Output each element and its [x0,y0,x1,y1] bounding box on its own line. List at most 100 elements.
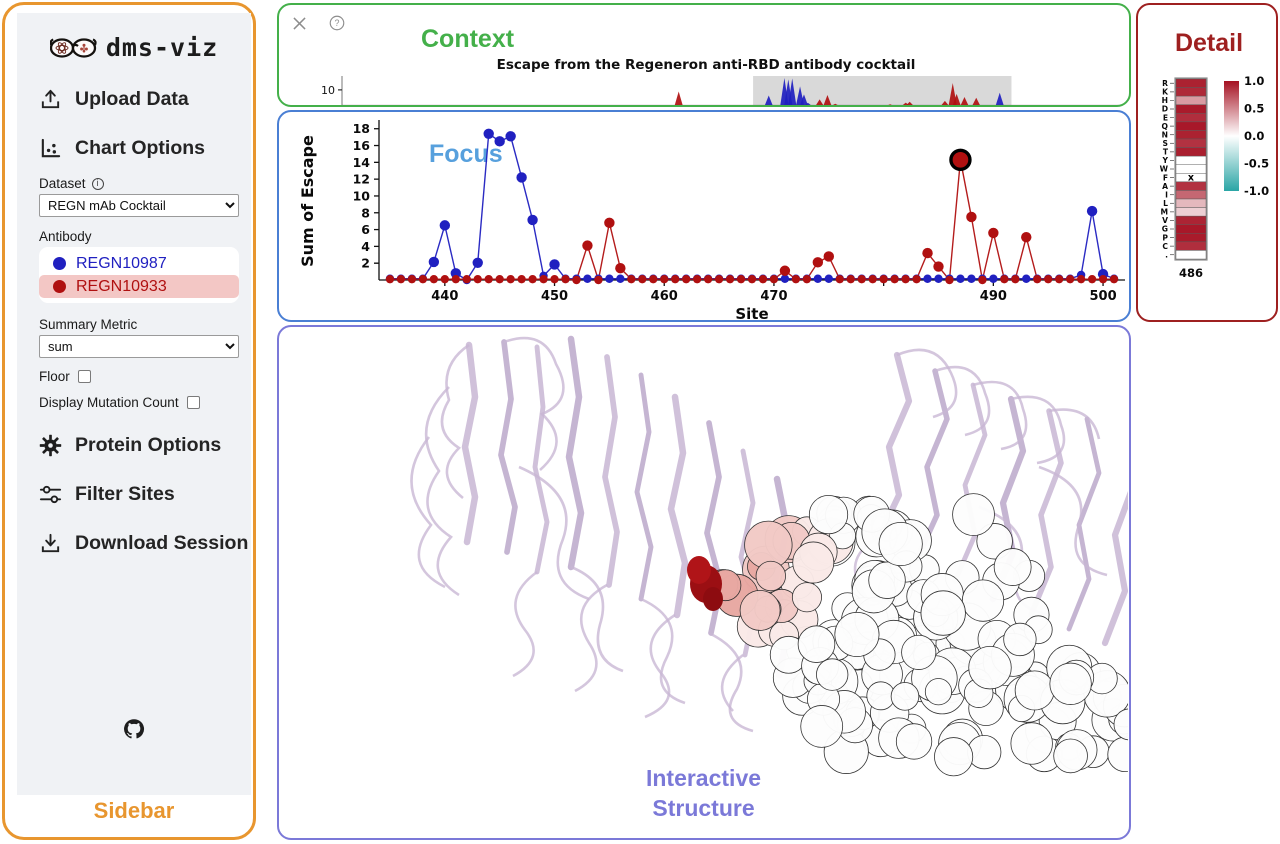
focus-data-point [901,274,910,284]
colorbar-tick: -0.5 [1244,157,1269,171]
ribbon-strand [498,339,518,555]
focus-data-point [747,274,757,284]
heatmap-cell [1175,207,1207,217]
focus-x-tick: 500 [1089,289,1116,304]
surface-blob [878,521,923,567]
antibody-item-regn10933[interactable]: REGN10933 [39,275,239,298]
glasses-icon [49,37,97,58]
heatmap-row-label: . [1165,250,1168,259]
sidebar-item-label: Upload Data [75,88,189,110]
focus-data-point [966,211,977,223]
sidebar-item-upload-data[interactable]: Upload Data [17,88,251,111]
upload-icon [41,89,60,109]
detail-heatmap[interactable]: RKHDEQNSTYWxFAILMVGPC.4861.00.50.0-0.5-1… [1138,65,1278,315]
focus-x-axis-label: Site [735,305,768,322]
focus-data-point [736,274,746,284]
focus-data-point [791,274,801,284]
antibody-name: REGN10933 [76,277,167,295]
heatmap-cell [1175,121,1207,131]
surface-blob [791,582,823,613]
protein-structure-viewer[interactable] [279,327,1128,787]
sidebar-item-filter-sites[interactable]: Filter Sites [17,483,251,506]
context-peak [674,105,682,106]
focus-data-point [604,217,615,229]
focus-data-point [517,274,526,284]
focus-y-tick: 4 [361,239,370,254]
floor-checkbox[interactable] [77,370,91,383]
focus-data-point [758,274,768,284]
chart-options-icon [41,138,61,158]
focus-data-point [857,274,866,284]
context-peak [545,105,553,106]
focus-data-point [989,274,998,283]
focus-data-point [1000,274,1009,284]
sliders-icon [39,485,62,504]
antibody-item-regn10987[interactable]: REGN10987 [39,252,239,275]
github-link[interactable] [17,718,251,740]
surface-blob [755,560,786,592]
focus-x-tick: 440 [431,289,458,304]
info-icon[interactable]: i [91,177,104,190]
dataset-select[interactable]: REGN mAb Cocktail [39,194,239,217]
focus-y-tick: 6 [361,222,370,237]
focus-panel: Focus 2 4 6 8 10 12 14 16 18 Sum of Escape 440 450 4… [277,110,1131,322]
ribbon-strand [461,341,479,546]
surface-blob [800,705,844,748]
surface-blob [808,494,849,535]
focus-data-point [813,274,823,283]
surface-blob [895,723,933,760]
surface-blob [792,541,835,584]
focus-data-point [956,274,965,283]
sidebar-item-download-session[interactable]: Download Session [17,532,251,555]
focus-data-point [922,247,933,259]
sidebar-item-protein-options[interactable]: Protein Options [17,434,251,457]
focus-data-point [506,274,515,284]
heatmap-cell [1175,78,1207,88]
sidebar-caption: Sidebar [93,798,175,823]
focus-data-point [812,257,824,268]
focus-data-point [407,274,417,284]
heatmap-cell [1175,95,1207,105]
context-chart[interactable]: 10 [279,75,1131,107]
surface-blob [1014,670,1055,711]
focus-data-point [561,274,570,284]
help-icon[interactable]: ? [329,15,345,36]
colorbar [1224,81,1239,191]
sidebar-item-chart-options[interactable]: Chart Options [17,137,251,160]
focus-data-point [616,274,625,283]
focus-data-point [418,274,428,284]
surface-blob [739,590,781,631]
dataset-label: Dataset i [39,176,229,191]
focus-y-tick: 18 [353,121,370,136]
focus-data-point [495,274,504,284]
focus-y-axis-label: Sum of Escape [298,135,317,267]
mutation-count-checkbox[interactable] [186,396,200,409]
sidebar-outline: dms-viz Upload Data Chart Options Datase… [2,2,256,840]
close-icon[interactable] [293,16,306,35]
heatmap-cell [1175,250,1207,260]
context-panel: ? Context Escape from the Regeneron anti… [277,3,1131,107]
structure-caption-line1: Interactive [645,765,762,791]
surface-blob [1010,722,1053,765]
focus-data-point [649,274,658,284]
antibody-name: REGN10987 [76,254,167,272]
svg-text:?: ? [335,18,340,28]
ribbon-strand [565,335,585,571]
focus-data-point [671,274,680,284]
dataset-label-text: Dataset [39,176,86,191]
surface-blob [952,493,995,536]
focus-data-point [539,274,548,284]
focus-data-point [385,274,395,284]
gear-icon [39,434,62,457]
surface-blob [816,658,849,691]
heatmap-cell [1175,224,1207,234]
panel-buttons: ? [293,15,345,36]
summary-metric-select[interactable]: sum [39,335,239,358]
focus-chart[interactable]: 2 4 6 8 1012 14 16 18 Sum of Escape 440 450 460 470 4… [279,112,1131,322]
surface-blob [797,625,836,663]
mutation-count-control: Display Mutation Count [39,395,229,410]
app-logo: dms-viz [17,13,251,62]
github-icon [124,719,145,739]
antibody-color-dot [53,257,66,270]
colorbar-tick: 0.5 [1244,102,1264,116]
